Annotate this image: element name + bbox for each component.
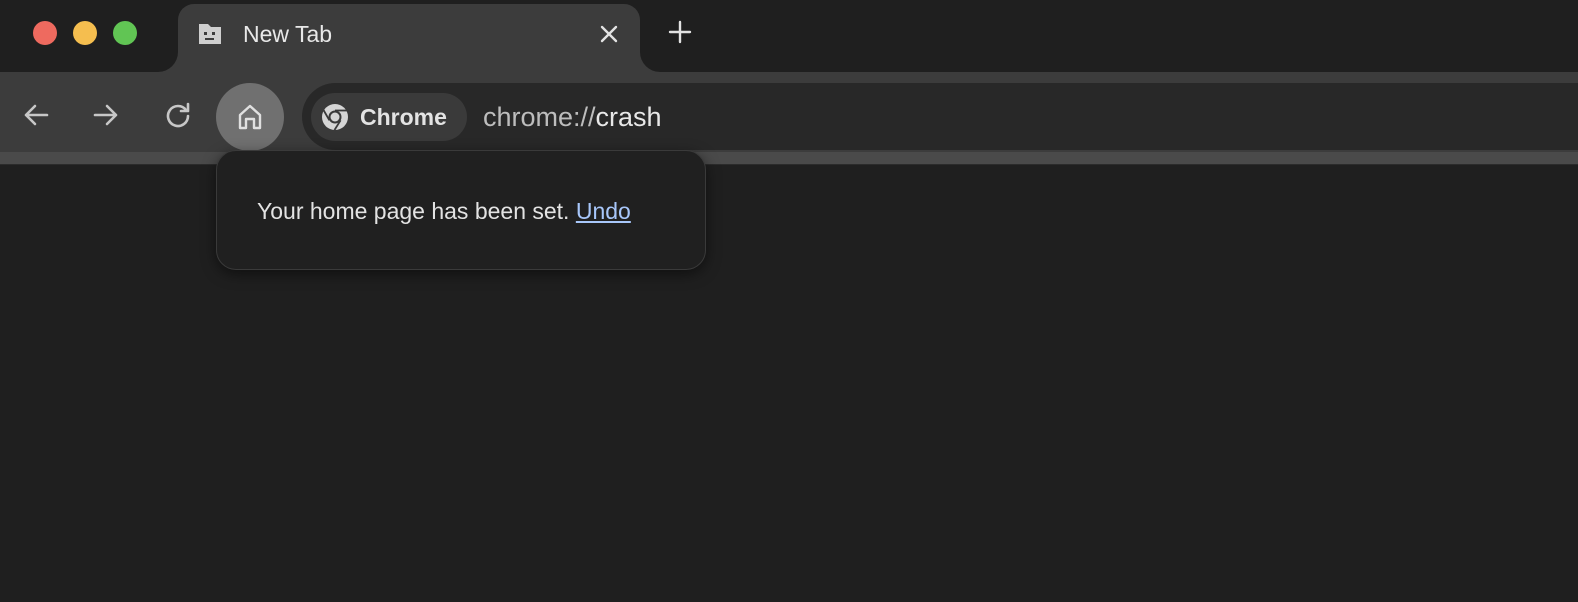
new-tab-plus-icon[interactable]: [666, 18, 694, 46]
window-maximize-button[interactable]: [113, 21, 137, 45]
chrome-logo-icon: [322, 104, 348, 131]
tab-corner-right: [640, 52, 660, 72]
tab-corner-left: [158, 52, 178, 72]
tab-new-tab[interactable]: New Tab: [178, 4, 640, 76]
sad-face-page-icon: [199, 24, 221, 44]
title-bar: New Tab: [0, 0, 1578, 76]
arrow-right-icon[interactable]: [91, 100, 121, 130]
bubble-message-line: Your home page has been set. Undo: [257, 197, 631, 225]
tab-title: New Tab: [243, 21, 333, 47]
url-text[interactable]: chrome://crash: [483, 101, 662, 133]
address-bar[interactable]: Chrome chrome://crash: [302, 83, 1578, 150]
window-minimize-button[interactable]: [73, 21, 97, 45]
url-host: crash: [595, 102, 662, 132]
reload-icon[interactable]: [163, 100, 193, 130]
home-icon: [238, 104, 262, 130]
home-button[interactable]: [216, 83, 284, 151]
home-page-set-bubble: Your home page has been set. Undo: [216, 150, 706, 270]
undo-link[interactable]: Undo: [576, 198, 631, 224]
url-scheme: chrome://: [483, 102, 596, 132]
toolbar: Chrome chrome://crash: [0, 72, 1578, 152]
close-tab-icon[interactable]: [596, 21, 622, 47]
bubble-message: Your home page has been set.: [257, 198, 570, 224]
site-info-chip[interactable]: Chrome: [311, 93, 467, 141]
arrow-left-icon[interactable]: [21, 100, 51, 130]
window-close-button[interactable]: [33, 21, 57, 45]
site-info-chip-label: Chrome: [360, 104, 447, 130]
